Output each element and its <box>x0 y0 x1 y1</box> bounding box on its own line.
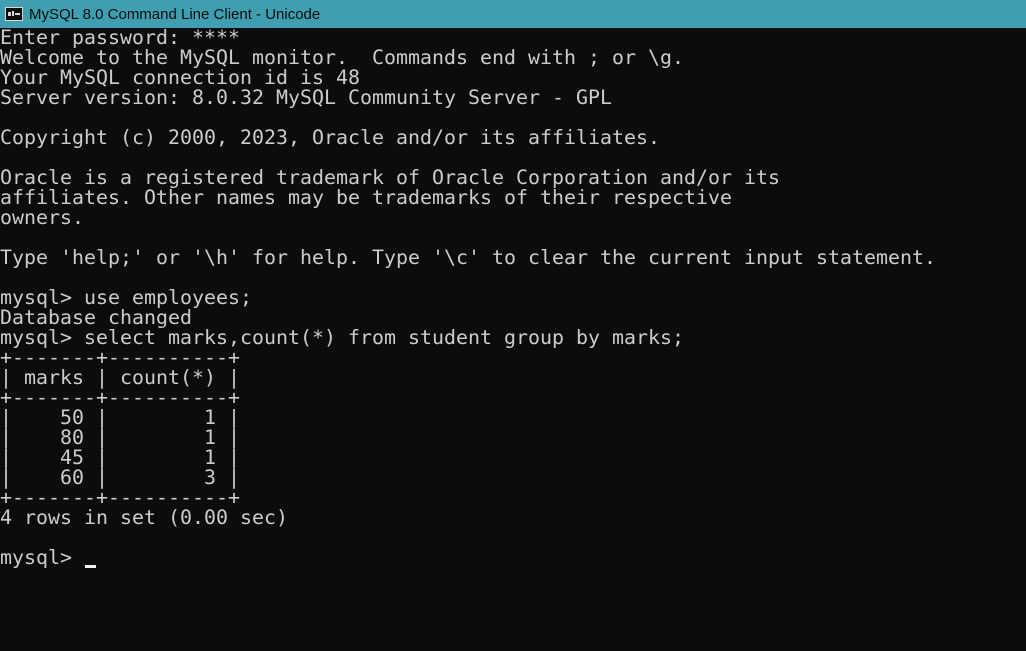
console-window: MySQL 8.0 Command Line Client - Unicode … <box>0 0 1026 651</box>
console-line: +-------+----------+ <box>0 346 241 369</box>
console-line: owners. <box>0 206 85 229</box>
console-line: mysql> select marks,count(*) from studen… <box>0 326 684 349</box>
console-line: affiliates. Other names may be trademark… <box>0 186 732 209</box>
console-line: | 80 | 1 | <box>0 426 241 449</box>
console-line: | 50 | 1 | <box>0 406 241 429</box>
console-line: Database changed <box>0 306 192 329</box>
console-line: Your MySQL connection id is 48 <box>0 66 360 89</box>
console-line: | marks | count(*) | <box>0 366 241 389</box>
console-line: Copyright (c) 2000, 2023, Oracle and/or … <box>0 126 660 149</box>
mysql-console-icon <box>5 7 23 21</box>
console-line: Type 'help;' or '\h' for help. Type '\c'… <box>0 246 936 269</box>
console-line: 4 rows in set (0.00 sec) <box>0 506 288 529</box>
console-line: +-------+----------+ <box>0 486 241 509</box>
window-title: MySQL 8.0 Command Line Client - Unicode <box>29 5 321 23</box>
console-line: mysql> <box>0 546 85 569</box>
console-line: | 60 | 3 | <box>0 466 241 489</box>
console-line: Server version: 8.0.32 MySQL Community S… <box>0 86 612 109</box>
console-line: mysql> use employees; <box>0 286 252 309</box>
console-line: +-------+----------+ <box>0 386 241 409</box>
title-bar[interactable]: MySQL 8.0 Command Line Client - Unicode <box>0 0 1026 28</box>
console-output[interactable]: Enter password: **** Welcome to the MySQL… <box>0 28 1026 651</box>
text-cursor <box>85 565 96 568</box>
console-line: Welcome to the MySQL monitor. Commands e… <box>0 46 684 69</box>
console-line: Enter password: **** <box>0 28 241 49</box>
console-line: | 45 | 1 | <box>0 446 241 469</box>
console-line: Oracle is a registered trademark of Orac… <box>0 166 780 189</box>
